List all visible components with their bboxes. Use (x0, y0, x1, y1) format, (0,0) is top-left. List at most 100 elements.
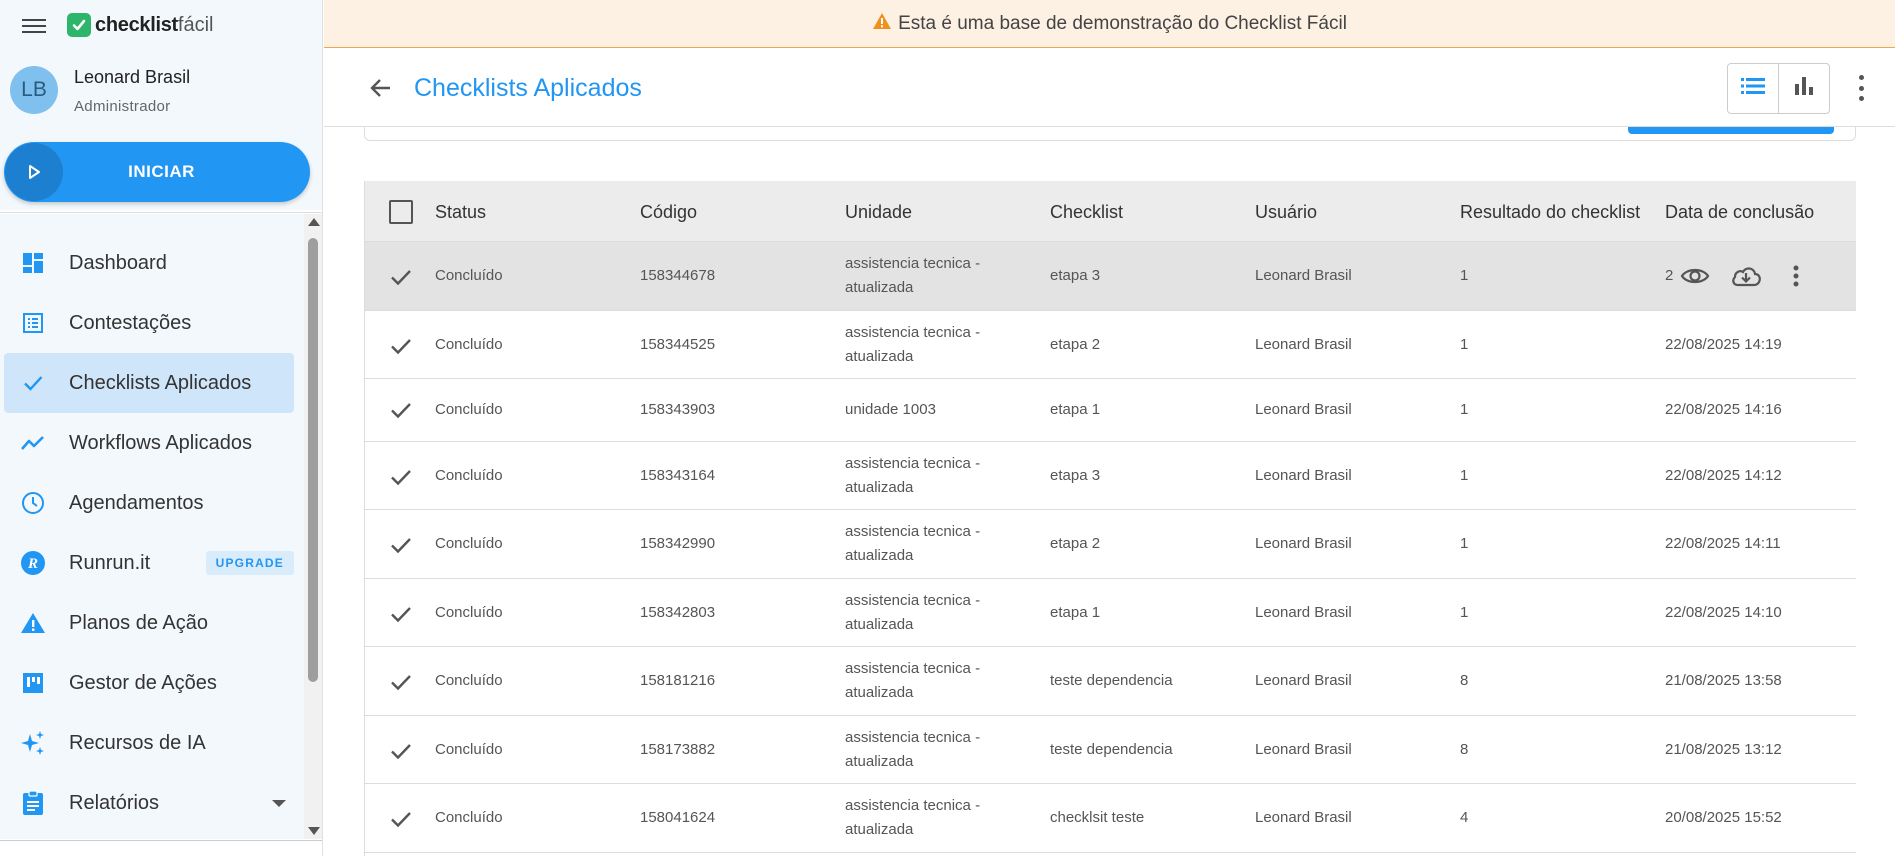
sidebar-scrollbar[interactable] (304, 214, 322, 839)
avatar[interactable]: LB (10, 66, 58, 114)
list-icon (20, 310, 46, 336)
check-icon[interactable] (387, 600, 415, 628)
sidebar-item-label: Agendamentos (69, 491, 204, 514)
sidebar-item-workflows[interactable]: Workflows Aplicados (4, 413, 294, 473)
code-cell: 158344678 (640, 267, 716, 284)
date-cell: 22/08/2025 14:10 (1665, 604, 1782, 621)
column-header-codigo[interactable]: Código (640, 202, 697, 223)
list-view-button[interactable] (1728, 64, 1778, 113)
unit-cell: assistencia tecnica - atualizada (845, 726, 980, 774)
more-vert-icon[interactable] (1851, 75, 1871, 101)
result-cell: 8 (1460, 672, 1469, 689)
column-header-unidade[interactable]: Unidade (845, 202, 912, 223)
scroll-down-icon[interactable] (308, 827, 320, 835)
filter-button[interactable] (1628, 127, 1834, 134)
clipboard-icon (20, 790, 46, 816)
check-icon[interactable] (387, 668, 415, 696)
status-cell: Concluído (435, 741, 503, 758)
unit-line: atualizada (845, 479, 914, 496)
bar-chart-icon (1793, 75, 1815, 102)
user-cell: Leonard Brasil (1255, 672, 1352, 689)
sidebar-item-label: Relatórios (69, 791, 160, 814)
user-cell: Leonard Brasil (1255, 604, 1352, 621)
checklists-table: Status Código Unidade Checklist Usuário … (364, 181, 1856, 856)
check-icon[interactable] (387, 396, 415, 424)
sidebar-item-gestor-de-acoes[interactable]: Gestor de Ações (4, 653, 294, 713)
checklist-cell: teste dependencia (1050, 672, 1173, 689)
sidebar-item-dashboard[interactable]: Dashboard (4, 233, 294, 293)
user-name: Leonard Brasil (74, 67, 191, 87)
play-icon (5, 143, 63, 201)
sidebar-item-checklists-aplicados[interactable]: Checklists Aplicados (4, 353, 294, 413)
sidebar-item-agendamentos[interactable]: Agendamentos (4, 473, 294, 533)
banner-text: Esta é uma base de demonstração do Check… (898, 12, 1347, 34)
column-header-resultado[interactable]: Resultado do checklist (1460, 202, 1640, 223)
back-arrow-icon[interactable] (366, 73, 396, 103)
check-icon[interactable] (387, 463, 415, 491)
eye-icon[interactable] (1675, 256, 1715, 296)
sidebar-item-recursos-de-ia[interactable]: Recursos de IA (4, 713, 294, 773)
column-header-status[interactable]: Status (435, 202, 486, 223)
table-row[interactable]: Concluído 158343164 assistencia tecnica … (365, 442, 1856, 510)
scrollbar-thumb[interactable] (308, 238, 318, 682)
clock-icon (20, 490, 46, 516)
table-row[interactable]: Concluído 158342803 assistencia tecnica … (365, 579, 1856, 647)
result-cell: 1 (1460, 401, 1469, 418)
unit-cell: assistencia tecnica - atualizada (845, 657, 980, 705)
table-row[interactable]: Concluído 158342990 assistencia tecnica … (365, 510, 1856, 579)
status-cell: Concluído (435, 535, 503, 552)
unit-cell: assistencia tecnica - atualizada (845, 520, 980, 568)
table-row[interactable]: Concluído 158343903 unidade 1003 etapa 1… (365, 379, 1856, 442)
menu-icon[interactable] (22, 16, 46, 36)
logo-text-bold: checklist (95, 13, 178, 36)
scroll-up-icon[interactable] (308, 218, 320, 226)
sidebar-item-label: Runrun.it (69, 551, 151, 574)
column-header-data-conclusao[interactable]: Data de conclusão (1665, 202, 1814, 223)
checklist-cell: checklsit teste (1050, 809, 1145, 826)
unit-line: atualizada (845, 279, 914, 296)
table-row[interactable]: Concluído 158041624 assistencia tecnica … (365, 784, 1856, 853)
select-all-checkbox[interactable] (389, 200, 413, 224)
upgrade-badge[interactable]: UPGRADE (205, 551, 294, 575)
more-vert-icon[interactable] (1776, 256, 1816, 296)
status-cell: Concluído (435, 604, 503, 621)
logo[interactable]: checklist fácil (67, 13, 213, 37)
unit-line: atualizada (845, 616, 914, 633)
user-cell: Leonard Brasil (1255, 741, 1352, 758)
chart-view-button[interactable] (1778, 64, 1829, 113)
result-cell: 8 (1460, 741, 1469, 758)
column-header-usuario[interactable]: Usuário (1255, 202, 1317, 223)
check-icon[interactable] (387, 805, 415, 833)
warning-icon (20, 610, 46, 636)
cloud-download-icon[interactable] (1726, 256, 1766, 296)
table-row[interactable]: Concluído 158344525 assistencia tecnica … (365, 311, 1856, 379)
table-row[interactable]: Concluído 158344678 assistencia tecnica … (365, 242, 1856, 311)
row-actions (1675, 256, 1856, 296)
sidebar-item-runrun[interactable]: R Runrun.it UPGRADE (4, 533, 294, 593)
check-icon[interactable] (387, 263, 415, 291)
sidebar-item-relatorios[interactable]: Relatórios (4, 773, 294, 833)
table-row[interactable]: Concluído 158181216 assistencia tecnica … (365, 647, 1856, 716)
sparkle-icon (20, 730, 46, 756)
start-button[interactable]: INICIAR (4, 142, 310, 202)
checklist-cell: etapa 3 (1050, 267, 1101, 284)
table-row[interactable]: Concluído 158173882 assistencia tecnica … (365, 716, 1856, 784)
sidebar-item-contestacoes[interactable]: Contestações (4, 293, 294, 353)
check-icon[interactable] (387, 737, 415, 765)
unit-line: assistencia tecnica - (845, 592, 981, 609)
chevron-down-icon[interactable] (272, 799, 286, 807)
check-icon[interactable] (387, 332, 415, 360)
checklist-cell: etapa 2 (1050, 336, 1101, 353)
warning-icon (872, 12, 892, 35)
checklist-cell: etapa 3 (1050, 467, 1101, 484)
code-cell: 158343164 (640, 467, 716, 484)
page-header: Checklists Aplicados (324, 49, 1895, 127)
check-icon[interactable] (387, 531, 415, 559)
code-cell: 158342990 (640, 535, 716, 552)
sidebar-item-planos-de-acao[interactable]: Planos de Ação (4, 593, 294, 653)
result-cell: 1 (1460, 467, 1469, 484)
svg-text:R: R (27, 556, 38, 572)
column-header-checklist[interactable]: Checklist (1050, 202, 1123, 223)
table-header: Status Código Unidade Checklist Usuário … (365, 181, 1856, 242)
sidebar-item-label: Dashboard (69, 251, 167, 274)
